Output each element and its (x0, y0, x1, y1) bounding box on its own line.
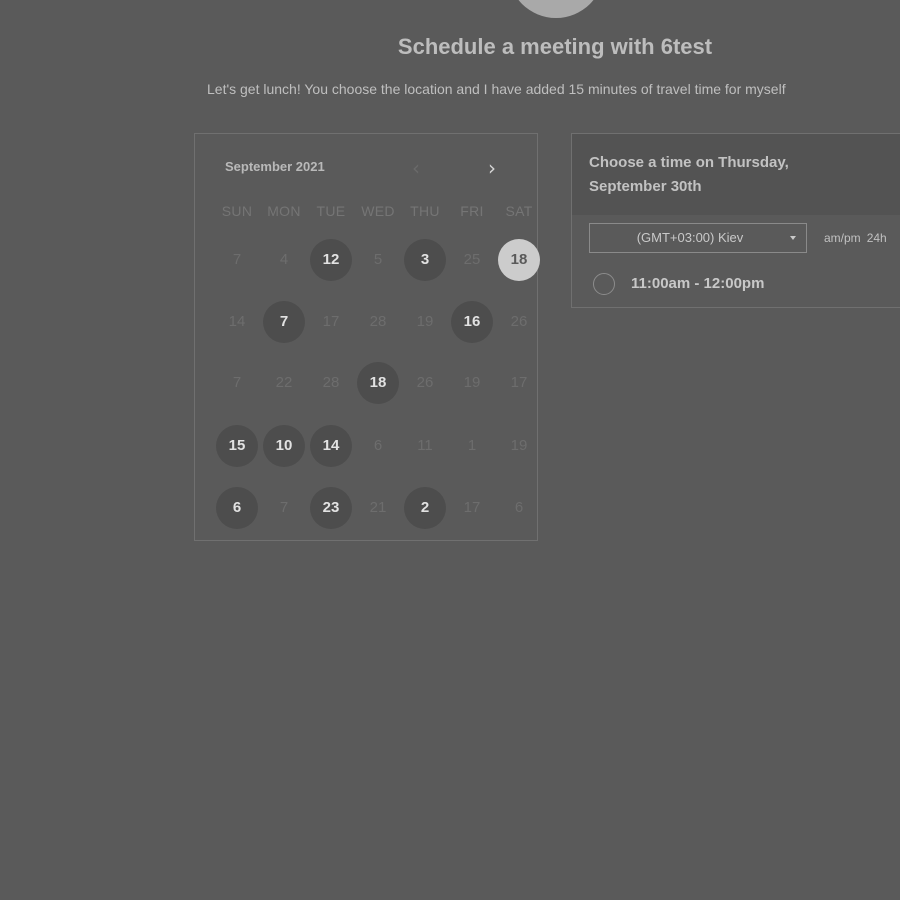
calendar-day-unavailable: 17 (463, 499, 481, 516)
time-format-toggle: am/pm 24h (824, 231, 887, 245)
avatar (508, 0, 604, 18)
calendar-day-available[interactable]: 10 (263, 425, 305, 467)
page-subtitle: Let's get lunch! You choose the location… (207, 81, 786, 97)
calendar-month-label: September 2021 (225, 159, 325, 174)
weekday-label: THU (410, 203, 440, 219)
calendar-day-unavailable: 28 (322, 374, 340, 391)
weekday-label: TUE (316, 203, 346, 219)
calendar-day-unavailable: 7 (232, 251, 242, 268)
calendar-day-available[interactable]: 6 (216, 487, 258, 529)
calendar-day-unavailable: 26 (510, 313, 528, 330)
calendar: September 2021 ‹ › SUN MON TUE WED THU FRI SAT… (194, 133, 540, 541)
radio-button[interactable] (593, 273, 615, 295)
weekday-label: SAT (505, 203, 533, 219)
calendar-day-unavailable: 5 (373, 251, 383, 268)
calendar-day-unavailable: 14 (228, 313, 246, 330)
calendar-day-selected[interactable]: 18 (498, 239, 540, 281)
page-title: Schedule a meeting with 6test (397, 34, 713, 59)
calendar-day-available[interactable]: 12 (310, 239, 352, 281)
calendar-day-unavailable: 7 (279, 499, 289, 516)
format-ampm-option[interactable]: am/pm (824, 231, 861, 245)
calendar-day-unavailable: 21 (369, 499, 387, 516)
calendar-day-unavailable: 19 (510, 437, 528, 454)
calendar-day-available[interactable]: 15 (216, 425, 258, 467)
calendar-day-unavailable: 28 (369, 313, 387, 330)
calendar-day-unavailable: 11 (417, 437, 433, 454)
calendar-day-available[interactable]: 3 (404, 239, 446, 281)
calendar-day-unavailable: 22 (275, 374, 293, 391)
calendar-day-available[interactable]: 2 (404, 487, 446, 529)
format-24h-option[interactable]: 24h (867, 231, 887, 245)
calendar-day-unavailable: 25 (463, 251, 481, 268)
calendar-day-unavailable: 6 (373, 437, 383, 454)
calendar-day-unavailable: 1 (467, 437, 477, 454)
calendar-day-unavailable: 6 (514, 499, 524, 516)
calendar-day-available[interactable]: 23 (310, 487, 352, 529)
calendar-day-unavailable: 26 (416, 374, 434, 391)
calendar-day-available[interactable]: 7 (263, 301, 305, 343)
weekday-label: MON (267, 203, 301, 219)
calendar-day-available[interactable]: 18 (357, 362, 399, 404)
calendar-day-available[interactable]: 16 (451, 301, 493, 343)
calendar-day-unavailable: 17 (322, 313, 340, 330)
time-panel-header: Choose a time on Thursday, September 30t… (572, 134, 900, 215)
timezone-value: (GMT+03:00) Kiev (636, 230, 744, 245)
chevron-right-icon[interactable]: › (481, 156, 503, 180)
calendar-day-unavailable: 17 (510, 374, 528, 391)
calendar-day-available[interactable]: 14 (310, 425, 352, 467)
calendar-day-unavailable: 19 (463, 374, 481, 391)
calendar-day-unavailable: 4 (279, 251, 289, 268)
weekday-label: FRI (460, 203, 484, 219)
chevron-left-icon[interactable]: ‹ (405, 156, 427, 180)
time-panel-heading: Choose a time on Thursday, September 30t… (589, 154, 789, 195)
time-slot-label: 11:00am - 12:00pm (631, 275, 765, 292)
timezone-select[interactable]: (GMT+03:00) Kiev (589, 223, 807, 253)
caret-down-icon (790, 236, 796, 240)
weekday-label: SUN (221, 203, 253, 219)
weekday-label: WED (361, 203, 395, 219)
time-panel: Choose a time on Thursday, September 30t… (571, 133, 900, 308)
calendar-day-unavailable: 19 (416, 313, 434, 330)
calendar-day-unavailable: 7 (232, 374, 242, 391)
